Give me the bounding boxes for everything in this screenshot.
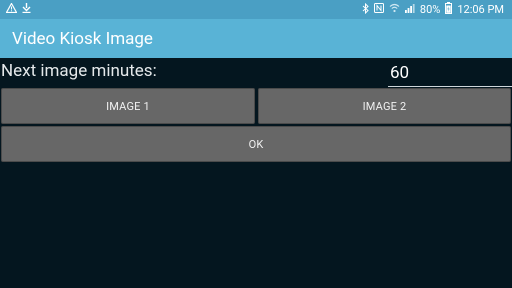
minutes-input[interactable]: [388, 59, 512, 87]
ok-button[interactable]: OK: [1, 126, 511, 162]
image-1-button[interactable]: IMAGE 1: [1, 88, 255, 124]
minutes-label: Next image minutes:: [1, 61, 157, 81]
app-title: Video Kiosk Image: [12, 28, 153, 49]
battery-icon: [445, 2, 453, 17]
app-bar: Video Kiosk Image: [0, 19, 512, 58]
status-bar: 80% 12:06 PM: [0, 0, 512, 19]
image-2-button[interactable]: IMAGE 2: [258, 88, 511, 124]
warning-icon: [5, 2, 18, 16]
status-time: 12:06 PM: [457, 3, 504, 16]
battery-percent: 80%: [419, 3, 441, 16]
wifi-icon: [389, 3, 400, 16]
minutes-row: Next image minutes:: [0, 59, 512, 87]
signal-icon: [404, 3, 415, 16]
download-icon: [22, 3, 31, 16]
nfc-icon: [373, 3, 384, 16]
bluetooth-icon: [362, 2, 369, 17]
